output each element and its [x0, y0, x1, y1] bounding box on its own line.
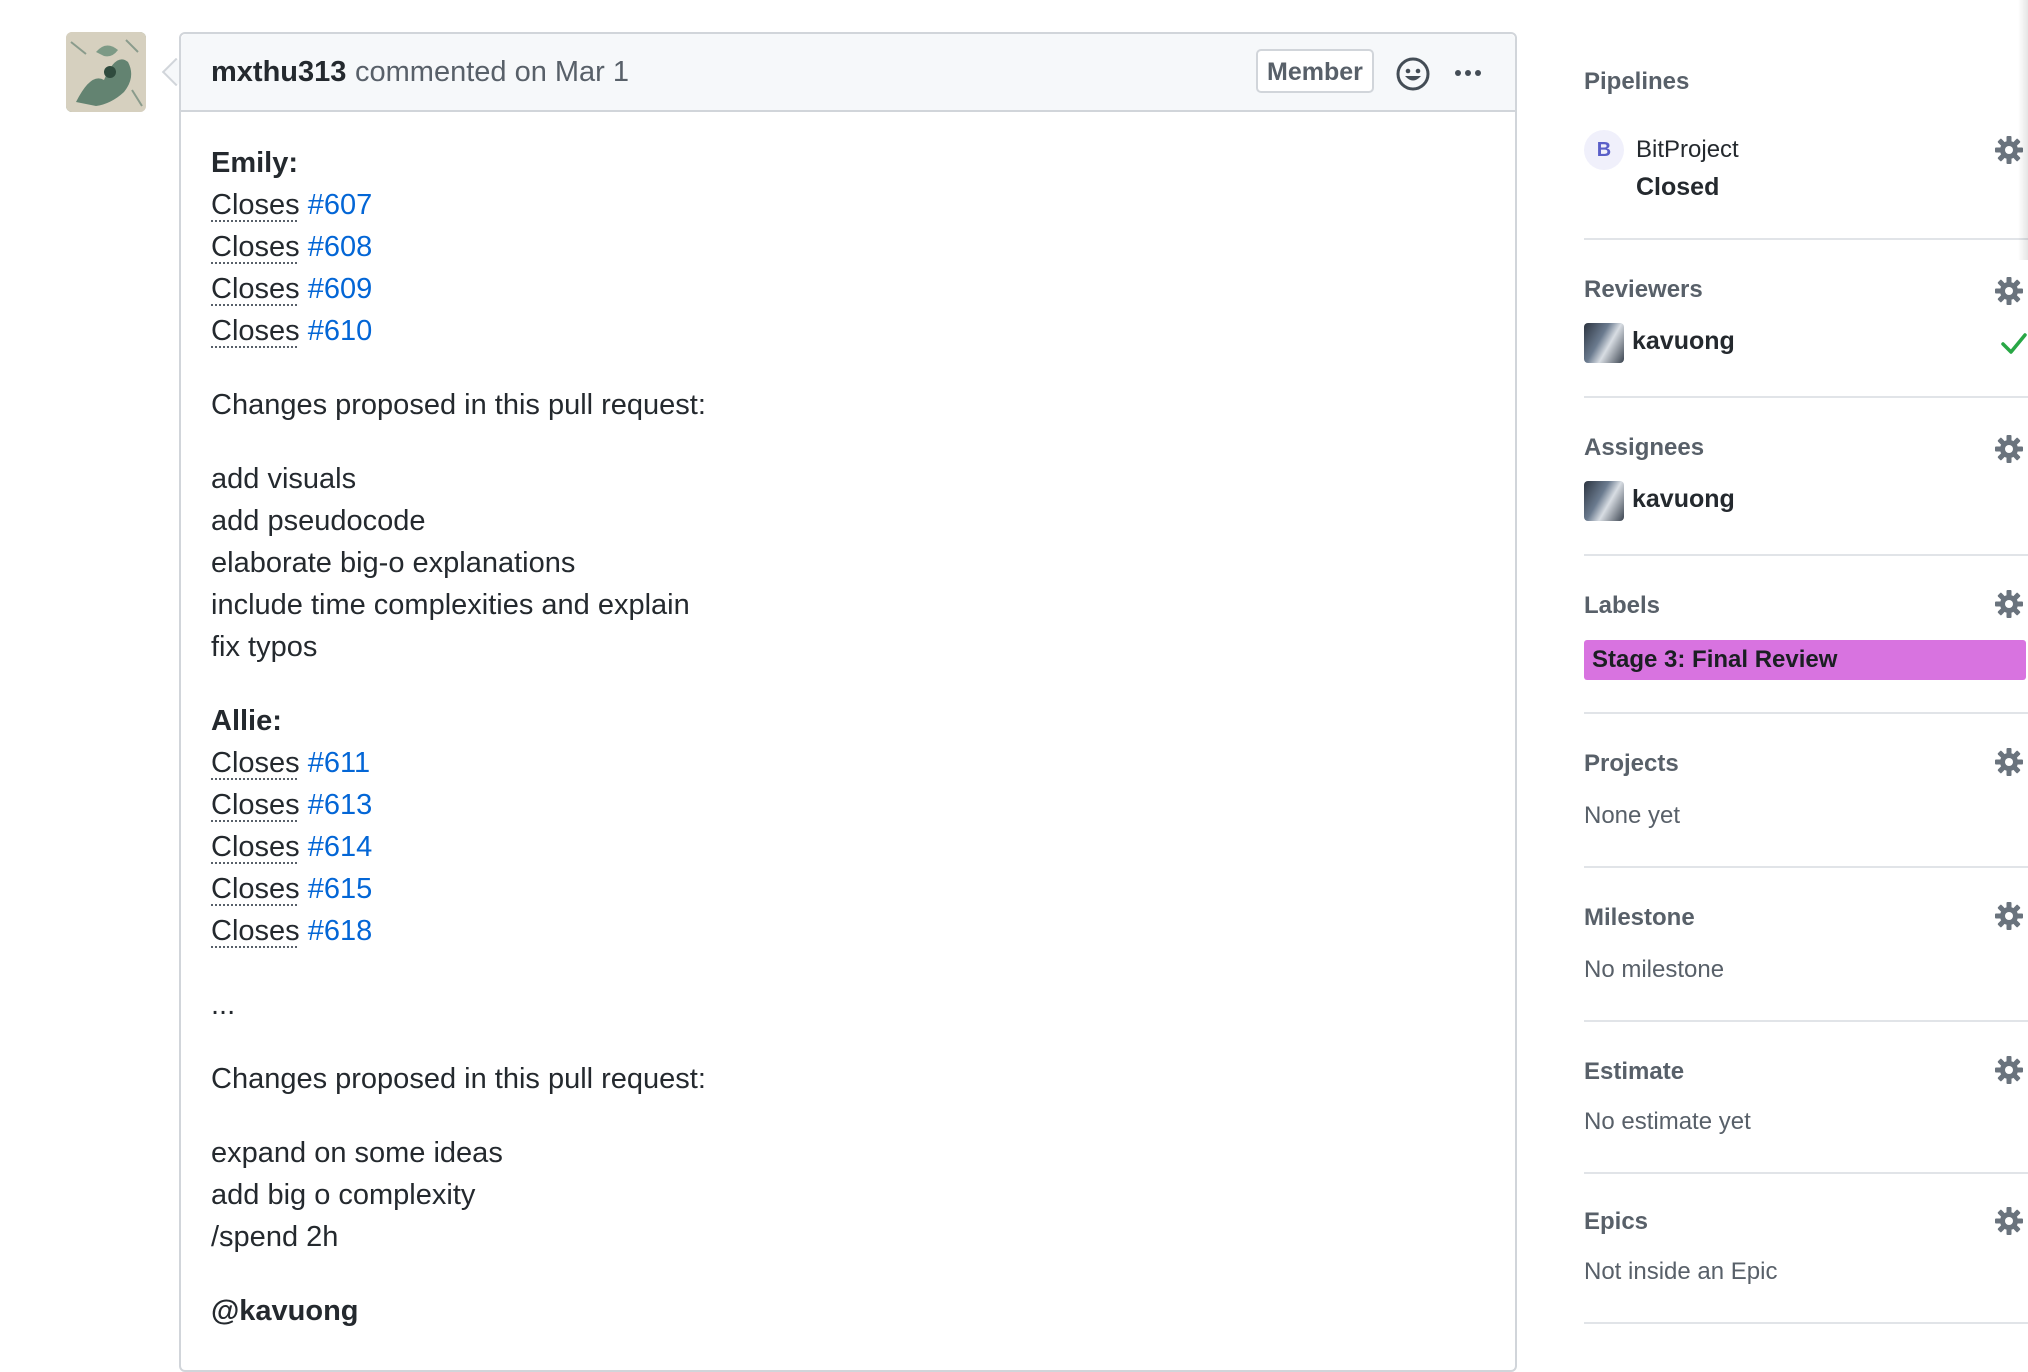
- closes-keyword[interactable]: Closes: [211, 831, 300, 863]
- author-avatar[interactable]: [66, 32, 146, 112]
- closes-keyword[interactable]: Closes: [211, 273, 300, 305]
- gear-icon[interactable]: [1994, 901, 2024, 931]
- kebab-icon[interactable]: [1452, 60, 1484, 86]
- closes-line: Closes #607: [211, 184, 1485, 226]
- milestone-title: Milestone: [1584, 904, 1695, 931]
- closes-line: Closes #615: [211, 868, 1485, 910]
- closes-line: Closes #610: [211, 310, 1485, 352]
- divider: [1584, 712, 2028, 714]
- comment-timestamp[interactable]: commented on Mar 1: [355, 56, 629, 89]
- closes-line: Closes #618: [211, 910, 1485, 952]
- issue-link[interactable]: #618: [308, 915, 373, 947]
- change-item: expand on some ideas: [211, 1137, 503, 1169]
- gear-icon[interactable]: [1994, 589, 2024, 619]
- estimate-value: No estimate yet: [1584, 1108, 1751, 1135]
- closes-keyword[interactable]: Closes: [211, 789, 300, 821]
- divider: [1584, 238, 2028, 240]
- smiley-icon[interactable]: [1395, 56, 1431, 92]
- changes-heading: Changes proposed in this pull request:: [211, 1063, 706, 1095]
- issue-link[interactable]: #608: [308, 231, 373, 263]
- assignee-avatar[interactable]: [1584, 481, 1624, 521]
- comment-body: Emily: Closes #607 Closes #608 Closes #6…: [181, 112, 1515, 1332]
- closes-keyword[interactable]: Closes: [211, 873, 300, 905]
- closes-line: Closes #611: [211, 742, 1485, 784]
- scroll-shadow: [2018, 0, 2028, 260]
- assignee-name[interactable]: kavuong: [1632, 485, 1735, 514]
- gear-icon[interactable]: [1994, 276, 2024, 306]
- closes-line: Closes #614: [211, 826, 1485, 868]
- divider: [1584, 554, 2028, 556]
- change-item: add big o complexity: [211, 1179, 476, 1211]
- gear-icon[interactable]: [1994, 1206, 2024, 1236]
- pipeline-badge: B: [1584, 130, 1624, 170]
- closes-keyword[interactable]: Closes: [211, 189, 300, 221]
- reviewer-name[interactable]: kavuong: [1632, 327, 1735, 356]
- reviewer-row[interactable]: kavuong: [1584, 323, 2028, 363]
- member-badge: Member: [1256, 49, 1374, 93]
- pipeline-status: Closed: [1636, 173, 1720, 201]
- change-item: include time complexities and explain: [211, 589, 690, 621]
- projects-title: Projects: [1584, 750, 1679, 777]
- labels-title: Labels: [1584, 592, 1661, 619]
- issue-link[interactable]: #609: [308, 273, 373, 305]
- change-item: add pseudocode: [211, 505, 426, 537]
- estimate-title: Estimate: [1584, 1058, 1685, 1085]
- comment-box: mxthu313 commented on Mar 1 Member Emily…: [179, 32, 1517, 1372]
- divider: [1584, 866, 2028, 868]
- divider: [1584, 1322, 2028, 1324]
- projects-value: None yet: [1584, 802, 1681, 829]
- issue-link[interactable]: #613: [308, 789, 373, 821]
- sidebar: Pipelines B BitProject Closed Reviewers: [1584, 0, 2028, 1344]
- reviewer-avatar[interactable]: [1584, 323, 1624, 363]
- issue-link[interactable]: #607: [308, 189, 373, 221]
- pipelines-title: Pipelines: [1584, 68, 1690, 95]
- change-item: fix typos: [211, 631, 318, 663]
- ellipsis-text: ...: [211, 989, 236, 1021]
- change-item: add visuals: [211, 463, 357, 495]
- gear-icon[interactable]: [1994, 434, 2024, 464]
- changes-heading: Changes proposed in this pull request:: [211, 389, 706, 421]
- change-item: /spend 2h: [211, 1221, 339, 1253]
- gear-icon[interactable]: [1994, 747, 2024, 777]
- comment-author[interactable]: mxthu313: [211, 56, 346, 89]
- check-icon: [2001, 333, 2027, 354]
- divider: [1584, 396, 2028, 398]
- epics-title: Epics: [1584, 1208, 1649, 1235]
- issue-link[interactable]: #615: [308, 873, 373, 905]
- user-mention[interactable]: @kavuong: [211, 1290, 1485, 1332]
- reviewers-title: Reviewers: [1584, 276, 1703, 303]
- assignee-row[interactable]: kavuong: [1584, 481, 2028, 521]
- change-item: elaborate big-o explanations: [211, 547, 576, 579]
- closes-keyword[interactable]: Closes: [211, 747, 300, 779]
- divider: [1584, 1172, 2028, 1174]
- closes-keyword[interactable]: Closes: [211, 315, 300, 347]
- label-stage-3[interactable]: Stage 3: Final Review: [1584, 640, 2026, 680]
- emily-heading: Emily:: [211, 147, 299, 179]
- milestone-value: No milestone: [1584, 956, 1725, 983]
- closes-keyword[interactable]: Closes: [211, 231, 300, 263]
- issue-link[interactable]: #610: [308, 315, 373, 347]
- closes-line: Closes #609: [211, 268, 1485, 310]
- comment-header: mxthu313 commented on Mar 1 Member: [181, 34, 1515, 112]
- assignees-title: Assignees: [1584, 434, 1705, 461]
- closes-line: Closes #613: [211, 784, 1485, 826]
- allie-heading: Allie:: [211, 705, 282, 737]
- issue-link[interactable]: #611: [308, 747, 370, 779]
- issue-link[interactable]: #614: [308, 831, 373, 863]
- pipeline-name: BitProject: [1636, 136, 1739, 163]
- gear-icon[interactable]: [1994, 1055, 2024, 1085]
- epics-value: Not inside an Epic: [1584, 1258, 1778, 1285]
- closes-line: Closes #608: [211, 226, 1485, 268]
- divider: [1584, 1020, 2028, 1022]
- closes-keyword[interactable]: Closes: [211, 915, 300, 947]
